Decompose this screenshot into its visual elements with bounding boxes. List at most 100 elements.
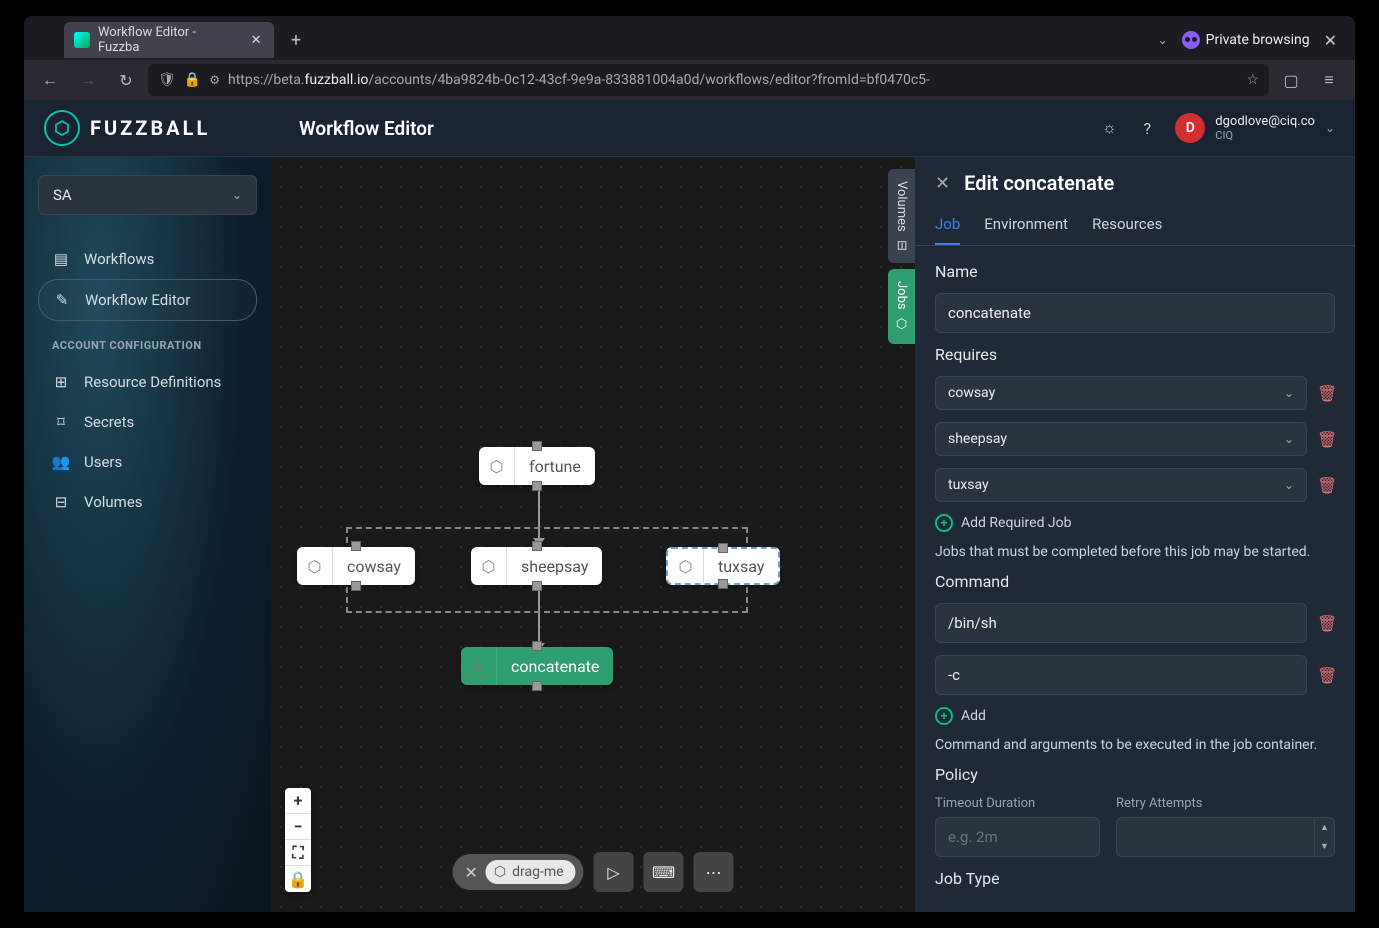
chevron-down-icon: ⌄: [1284, 386, 1294, 400]
node-handle[interactable]: [532, 641, 542, 651]
stepper-down-icon[interactable]: ▼: [1315, 837, 1334, 856]
new-tab-button[interactable]: +: [282, 26, 310, 54]
node-handle[interactable]: [532, 681, 542, 691]
tab-resources[interactable]: Resources: [1092, 205, 1162, 245]
node-label: concatenate: [497, 657, 613, 676]
account-selector[interactable]: SA ⌄: [38, 175, 257, 215]
node-handle[interactable]: [351, 541, 361, 551]
close-icon[interactable]: ✕: [464, 863, 477, 882]
workflow-canvas[interactable]: ⬡ fortune ⬡ cowsay ⬡ sheepsay: [271, 157, 915, 912]
shield-icon[interactable]: 🛡: [158, 72, 176, 88]
trash-icon[interactable]: 🗑: [1317, 614, 1335, 633]
node-label: fortune: [515, 457, 595, 476]
key-icon: ⌑: [52, 413, 70, 431]
drag-chip[interactable]: ⬡ drag-me: [486, 860, 576, 884]
browser-nav-bar: ← → ↻ 🛡 🔒 ⚙ https://beta.fuzzball.io/acc…: [24, 60, 1355, 100]
node-handle[interactable]: [532, 581, 542, 591]
avatar: D: [1175, 113, 1205, 143]
side-tab-volumes[interactable]: Volumes ⊟: [888, 169, 915, 263]
node-handle[interactable]: [351, 581, 361, 591]
zoom-lock-button[interactable]: 🔒: [285, 866, 311, 892]
zoom-in-button[interactable]: +: [285, 788, 311, 814]
command-input[interactable]: [935, 603, 1307, 643]
requires-value: tuxsay: [948, 477, 989, 493]
node-handle[interactable]: [532, 481, 542, 491]
timeout-input[interactable]: [935, 817, 1100, 857]
help-icon[interactable]: ?: [1137, 118, 1157, 138]
node-handle[interactable]: [532, 441, 542, 451]
nav-back-button[interactable]: ←: [34, 64, 66, 96]
panel-close-icon[interactable]: ✕: [935, 173, 950, 194]
tab-job[interactable]: Job: [935, 205, 960, 245]
drag-node-pill[interactable]: ✕ ⬡ drag-me: [452, 854, 583, 890]
tabs-dropdown-icon[interactable]: ⌄: [1158, 33, 1168, 47]
account-selected: SA: [53, 186, 72, 204]
zoom-out-button[interactable]: −: [285, 814, 311, 840]
requires-select[interactable]: sheepsay⌄: [935, 422, 1307, 456]
node-handle[interactable]: [532, 541, 542, 551]
tab-environment[interactable]: Environment: [984, 205, 1068, 245]
sidebar-item-secrets[interactable]: ⌑ Secrets: [38, 402, 257, 442]
extensions-icon[interactable]: ▢: [1275, 64, 1307, 96]
sidebar-item-users[interactable]: 👥 Users: [38, 442, 257, 482]
theme-toggle-icon[interactable]: ☼: [1099, 118, 1119, 138]
keyboard-button[interactable]: ⌨: [644, 852, 684, 892]
requires-select[interactable]: tuxsay⌄: [935, 468, 1307, 502]
policy-label: Policy: [935, 765, 1335, 784]
node-tuxsay[interactable]: ⬡ tuxsay: [666, 547, 780, 585]
node-fortune[interactable]: ⬡ fortune: [479, 447, 595, 485]
add-command-label: Add: [961, 708, 986, 724]
add-command-button[interactable]: + Add: [935, 707, 1335, 725]
node-handle[interactable]: [718, 543, 728, 553]
side-tab-label: Volumes: [894, 181, 909, 232]
sidebar-item-resource-definitions[interactable]: ⊞ Resource Definitions: [38, 362, 257, 402]
bookmark-star-icon[interactable]: ☆: [1246, 72, 1259, 88]
cube-icon: ⬡: [297, 547, 333, 585]
browser-tab[interactable]: Workflow Editor - Fuzzba ✕: [64, 22, 274, 58]
sidebar-section-header: ACCOUNT CONFIGURATION: [38, 321, 257, 362]
url-bar[interactable]: 🛡 🔒 ⚙ https://beta.fuzzball.io/accounts/…: [148, 64, 1269, 96]
node-cowsay[interactable]: ⬡ cowsay: [297, 547, 415, 585]
node-handle[interactable]: [718, 579, 728, 589]
trash-icon[interactable]: 🗑: [1317, 476, 1335, 495]
permissions-icon[interactable]: ⚙: [209, 73, 220, 87]
retry-stepper[interactable]: ▲ ▼: [1116, 817, 1335, 857]
brand-text: FUZZBALL: [90, 116, 210, 140]
browser-close-icon[interactable]: ✕: [1324, 31, 1337, 50]
cube-icon: ⬡: [494, 864, 506, 880]
command-input[interactable]: [935, 655, 1307, 695]
requires-value: sheepsay: [948, 431, 1007, 447]
add-required-job-button[interactable]: + Add Required Job: [935, 514, 1335, 532]
trash-icon[interactable]: 🗑: [1317, 666, 1335, 685]
node-label: sheepsay: [507, 557, 602, 576]
name-input[interactable]: [935, 293, 1335, 333]
retry-input[interactable]: [1117, 818, 1314, 856]
sidebar-item-label: Workflow Editor: [85, 291, 190, 309]
sidebar-item-volumes[interactable]: ⊟ Volumes: [38, 482, 257, 522]
browser-tab-bar: Workflow Editor - Fuzzba ✕ + ⌄ Private b…: [24, 16, 1355, 60]
user-menu[interactable]: D dgodlove@ciq.co CIQ ⌄: [1175, 113, 1335, 143]
stepper-up-icon[interactable]: ▲: [1315, 818, 1334, 837]
add-required-label: Add Required Job: [961, 515, 1072, 531]
node-sheepsay[interactable]: ⬡ sheepsay: [471, 547, 602, 585]
side-tab-jobs[interactable]: Jobs ⬡: [888, 269, 915, 345]
run-button[interactable]: ▷: [594, 852, 634, 892]
sidebar-item-workflow-editor[interactable]: ✎ Workflow Editor: [38, 279, 257, 321]
cubes-icon: ⊞: [52, 373, 70, 391]
brand-logo[interactable]: ⬡ FUZZBALL: [44, 110, 299, 146]
tab-close-icon[interactable]: ✕: [248, 32, 264, 48]
trash-icon[interactable]: 🗑: [1317, 430, 1335, 449]
nav-reload-button[interactable]: ↻: [110, 64, 142, 96]
lock-icon[interactable]: 🔒: [184, 72, 201, 88]
requires-select[interactable]: cowsay⌄: [935, 376, 1307, 410]
app-body: SA ⌄ ▤ Workflows ✎ Workflow Editor ACCOU…: [24, 157, 1355, 912]
zoom-controls: + − ⛶ 🔒: [285, 788, 311, 892]
hamburger-menu-icon[interactable]: ≡: [1313, 64, 1345, 96]
node-concatenate[interactable]: △ concatenate: [461, 647, 613, 685]
zoom-fit-button[interactable]: ⛶: [285, 840, 311, 866]
edit-panel: ✕ Edit concatenate Job Environment Resou…: [915, 157, 1355, 912]
more-button[interactable]: ⋯: [694, 852, 734, 892]
trash-icon[interactable]: 🗑: [1317, 384, 1335, 403]
sidebar-item-workflows[interactable]: ▤ Workflows: [38, 239, 257, 279]
private-label: Private browsing: [1206, 32, 1310, 48]
